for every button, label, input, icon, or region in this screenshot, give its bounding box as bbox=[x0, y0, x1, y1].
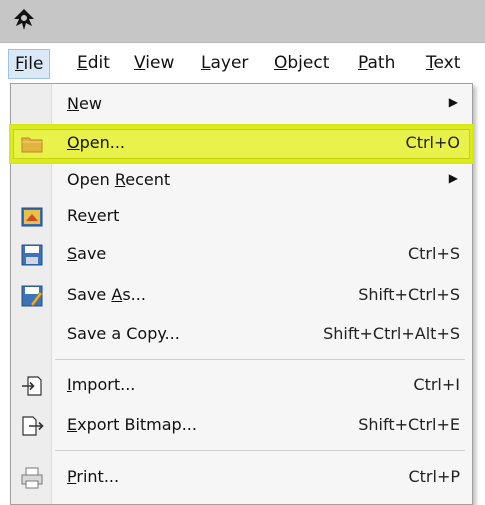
shortcut-label: Shift+Ctrl+S bbox=[358, 285, 460, 304]
folder-icon bbox=[21, 137, 43, 153]
save-icon bbox=[21, 244, 43, 266]
menu-item-label: Open... bbox=[67, 133, 125, 152]
menu-object[interactable]: Object bbox=[268, 49, 335, 79]
menu-item-label: Import... bbox=[67, 375, 136, 394]
menu-item-label: Print... bbox=[67, 467, 120, 486]
menu-edit[interactable]: Edit bbox=[71, 49, 116, 79]
menu-file[interactable]: File bbox=[8, 49, 51, 79]
menu-item-export-bitmap[interactable]: Export Bitmap... Shift+Ctrl+E bbox=[11, 408, 472, 444]
menu-item-save-copy[interactable]: Save a Copy... Shift+Ctrl+Alt+S bbox=[11, 317, 472, 353]
menu-item-open[interactable]: Open... Ctrl+O bbox=[11, 126, 472, 162]
submenu-arrow-icon: ▶ bbox=[448, 95, 458, 109]
menu-item-save-as[interactable]: Save As... Shift+Ctrl+S bbox=[11, 278, 472, 314]
shortcut-label: Shift+Ctrl+E bbox=[358, 415, 460, 434]
shortcut-label: Shift+Ctrl+Alt+S bbox=[323, 324, 460, 343]
export-icon bbox=[22, 416, 44, 436]
revert-icon bbox=[21, 207, 43, 227]
menu-path[interactable]: Path bbox=[352, 49, 401, 79]
menu-item-label: Save a Copy... bbox=[67, 324, 180, 343]
shortcut-label: Ctrl+P bbox=[408, 467, 460, 486]
menu-item-new[interactable]: New ▶ bbox=[11, 87, 472, 123]
inkscape-logo-icon[interactable] bbox=[10, 6, 38, 34]
shortcut-label: Ctrl+O bbox=[405, 133, 460, 152]
menu-bar: File Edit View Layer Object Path Text bbox=[0, 43, 485, 83]
menu-text[interactable]: Text bbox=[420, 49, 466, 79]
menu-view[interactable]: View bbox=[128, 49, 180, 79]
submenu-arrow-icon: ▶ bbox=[448, 171, 458, 185]
printer-icon bbox=[21, 467, 43, 489]
menu-item-print[interactable]: Print... Ctrl+P bbox=[11, 460, 472, 496]
menu-item-label: Save bbox=[67, 244, 107, 263]
menu-layer[interactable]: Layer bbox=[195, 49, 254, 79]
menu-item-revert[interactable]: Revert bbox=[11, 199, 472, 235]
import-icon bbox=[22, 376, 42, 396]
shortcut-label: Ctrl+I bbox=[413, 375, 460, 394]
menu-separator bbox=[55, 359, 465, 360]
menu-item-label: Revert bbox=[67, 206, 120, 225]
menu-item-label: Open Recent bbox=[67, 170, 171, 189]
menu-item-open-recent[interactable]: Open Recent ▶ bbox=[11, 163, 472, 199]
file-menu-dropdown: New ▶ Open... Ctrl+O Open Recent ▶ Rever… bbox=[10, 83, 473, 505]
shortcut-label: Ctrl+S bbox=[407, 244, 460, 263]
title-bar bbox=[0, 0, 485, 43]
menu-item-label: New bbox=[67, 94, 102, 113]
save-as-icon bbox=[21, 285, 43, 307]
menu-separator bbox=[55, 450, 465, 451]
menu-item-label: Export Bitmap... bbox=[67, 415, 197, 434]
menu-item-save[interactable]: Save Ctrl+S bbox=[11, 237, 472, 273]
menu-item-import[interactable]: Import... Ctrl+I bbox=[11, 368, 472, 404]
menu-item-label: Save As... bbox=[67, 285, 146, 304]
